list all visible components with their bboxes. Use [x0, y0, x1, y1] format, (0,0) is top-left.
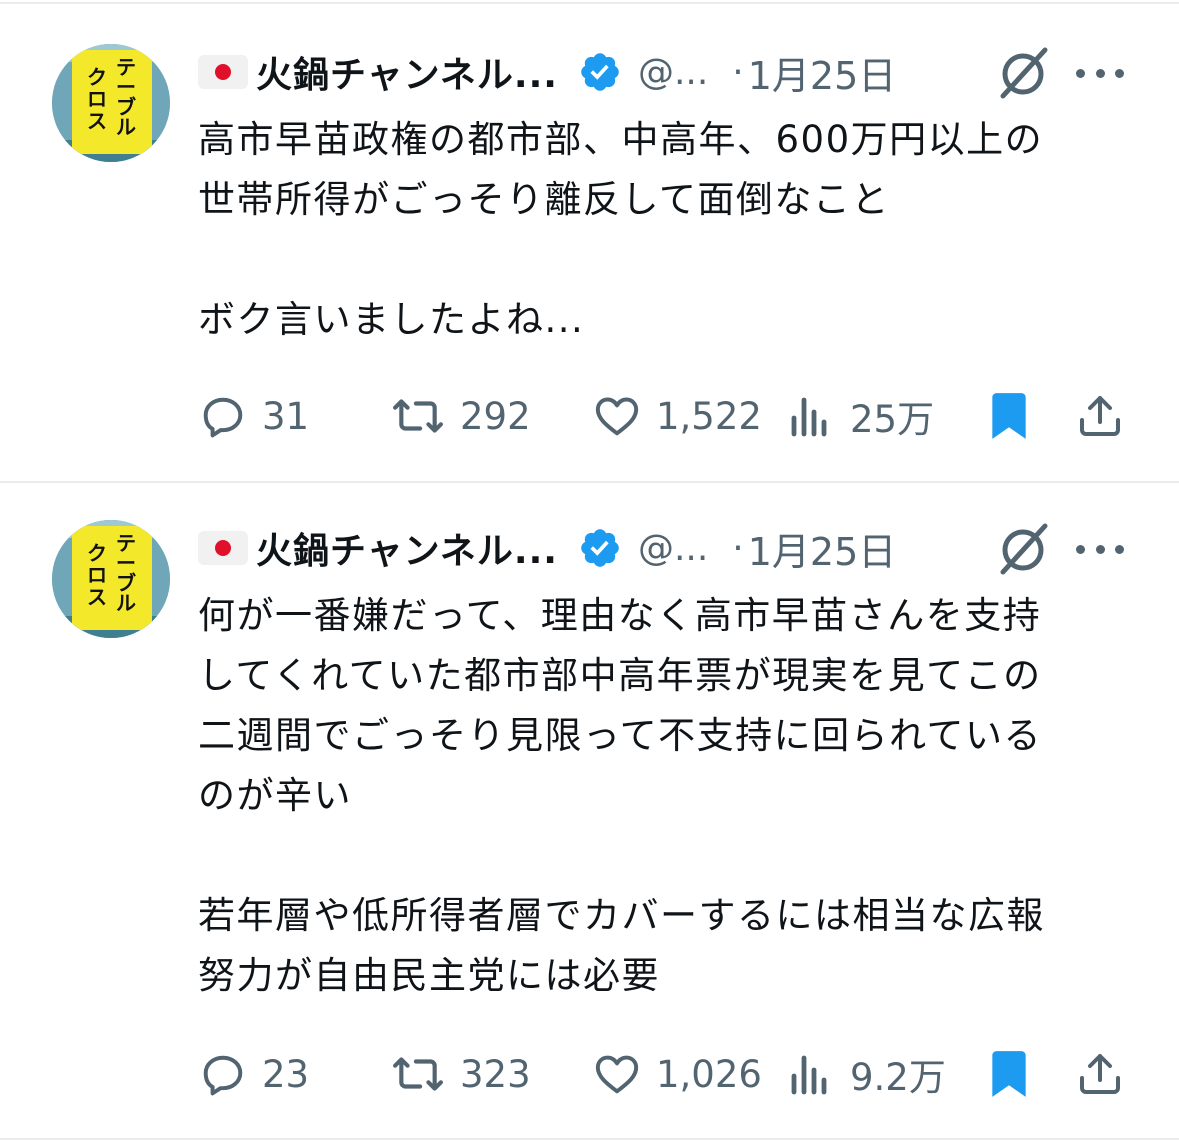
share-icon [1080, 396, 1120, 436]
tweet-text-line: 高市早苗政権の都市部、中高年、600万円以上の [198, 118, 1044, 161]
like-count: 1,026 [656, 1052, 762, 1096]
tweet-text-line: 何が一番嫌だって、理由なく高市早苗さんを支持 [198, 594, 1042, 637]
tweet-text-blank [198, 826, 1138, 886]
avatar-char: ロ [87, 563, 107, 587]
tweet-actions: 31 292 1,522 25万 [198, 386, 1128, 446]
share-button[interactable] [1076, 1044, 1124, 1104]
top-divider [0, 2, 1179, 4]
tweet-text-line: 若年層や低所得者層でカバーするには相当な広報 [198, 894, 1045, 937]
view-count: 9.2万 [850, 1056, 946, 1099]
tweet-text-line: ボク言いましたよね... [198, 298, 585, 341]
tweet-header: 火鍋チャンネル... @... · 1月25日 [198, 518, 896, 578]
tweet-text-line: してくれていた都市部中高年票が現実を見てこの [198, 654, 1042, 697]
tweet-text-line: のが辛い [198, 774, 352, 817]
verified-badge-icon [581, 529, 619, 567]
author-handle[interactable]: @... [638, 528, 708, 569]
tweet-date[interactable]: 1月25日 [748, 45, 897, 100]
tweet-actions: 23 323 1,026 9.2万 [198, 1044, 1128, 1104]
avatar[interactable]: テ ー ブ ル ク ロ ス [52, 520, 170, 638]
share-button[interactable] [1076, 386, 1124, 446]
tweet-date[interactable]: 1月25日 [748, 521, 897, 576]
japan-flag-icon [198, 531, 248, 565]
bottom-divider [0, 1138, 1179, 1140]
view-count: 25万 [850, 398, 935, 441]
retweet-button[interactable]: 323 [390, 1044, 531, 1104]
reply-button[interactable]: 23 [198, 1044, 309, 1104]
avatar[interactable]: テ ー ブ ル ク ロ ス [52, 44, 170, 162]
heart-icon [595, 1055, 639, 1094]
tweet-text: 何が一番嫌だって、理由なく高市早苗さんを支持 してくれていた都市部中高年票が現実… [198, 586, 1138, 1006]
author-name[interactable]: 火鍋チャンネル... [256, 46, 558, 98]
separator-dot: · [732, 51, 744, 93]
bookmark-icon [992, 393, 1026, 439]
tweet-text-line: 努力が自由民主党には必要 [198, 954, 660, 997]
views-button[interactable]: 9.2万 [788, 1044, 946, 1104]
separator-dot: · [732, 527, 744, 569]
like-count: 1,522 [656, 394, 762, 438]
tweet-header: 火鍋チャンネル... @... · 1月25日 [198, 42, 896, 102]
analytics-icon [791, 397, 827, 437]
avatar-image: テ ー ブ ル ク ロ ス [52, 44, 170, 162]
avatar-char: ロ [87, 87, 107, 111]
analytics-icon [791, 1055, 827, 1095]
avatar-char: ス [87, 109, 107, 133]
tweet-text-line: 二週間でごっそり見限って不支持に回られている [198, 714, 1043, 757]
more-options-icon[interactable] [1076, 65, 1124, 81]
like-button[interactable]: 1,522 [592, 386, 762, 446]
retweet-icon [393, 1057, 443, 1091]
verified-badge-icon [581, 53, 619, 91]
avatar-char: ク [87, 65, 107, 89]
retweet-icon [393, 399, 443, 433]
avatar-char: ク [87, 541, 107, 565]
tweet-text-line: 世帯所得がごっそり離反して面倒なこと [198, 178, 890, 221]
reply-icon [203, 397, 243, 438]
grok-icon[interactable] [995, 44, 1051, 100]
tweet-text: 高市早苗政権の都市部、中高年、600万円以上の 世帯所得がごっそり離反して面倒な… [198, 110, 1138, 350]
heart-icon [595, 397, 639, 436]
bookmark-icon [992, 1051, 1026, 1097]
retweet-count: 292 [460, 394, 531, 438]
more-options-icon[interactable] [1076, 541, 1124, 557]
author-name[interactable]: 火鍋チャンネル... [256, 522, 558, 574]
reply-count: 31 [262, 394, 310, 438]
avatar-image: テ ー ブ ル ク ロ ス [52, 520, 170, 638]
avatar-char: ル [116, 591, 136, 615]
tweet-divider [0, 481, 1179, 483]
views-button[interactable]: 25万 [788, 386, 934, 446]
avatar-char: ル [116, 115, 136, 139]
reply-icon [203, 1055, 243, 1096]
avatar-char: ス [87, 585, 107, 609]
japan-flag-icon [198, 55, 248, 89]
reply-count: 23 [262, 1052, 310, 1096]
share-icon [1080, 1054, 1120, 1094]
grok-icon[interactable] [995, 520, 1051, 576]
retweet-count: 323 [460, 1052, 531, 1096]
reply-button[interactable]: 31 [198, 386, 309, 446]
bookmark-button[interactable] [988, 386, 1030, 446]
retweet-button[interactable]: 292 [390, 386, 531, 446]
tweet-text-blank [198, 230, 1138, 290]
author-handle[interactable]: @... [638, 52, 708, 93]
bookmark-button[interactable] [988, 1044, 1030, 1104]
like-button[interactable]: 1,026 [592, 1044, 762, 1104]
